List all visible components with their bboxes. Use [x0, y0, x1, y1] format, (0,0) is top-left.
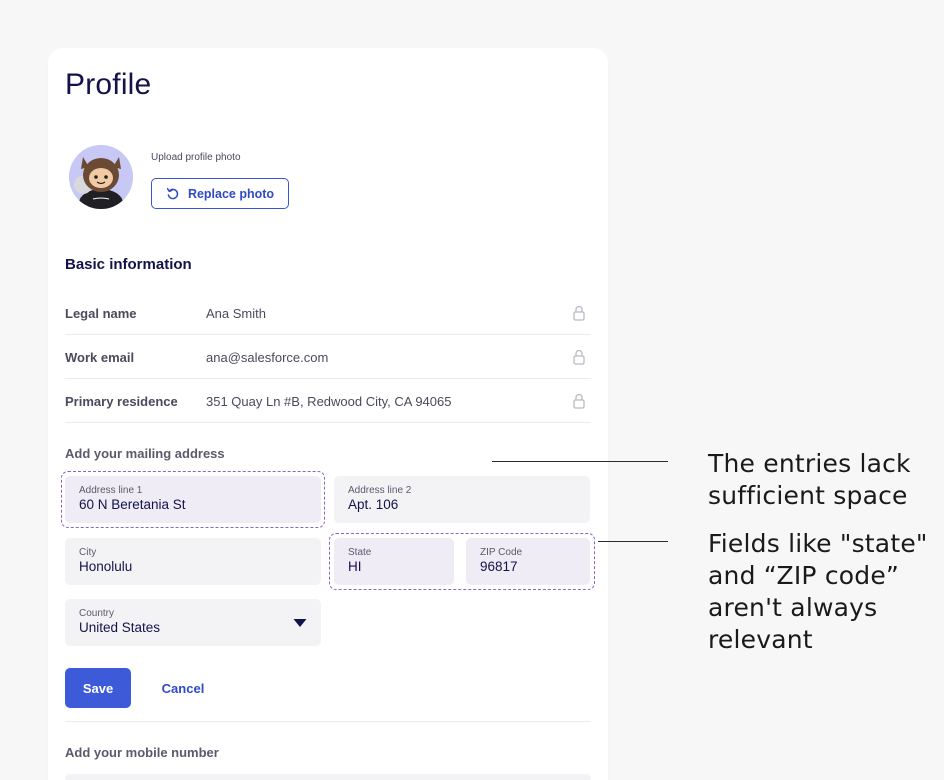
info-value: Ana Smith	[206, 306, 266, 321]
field-value: 96817	[480, 559, 518, 574]
page-title: Profile	[65, 68, 152, 101]
field-value: Apt. 106	[348, 497, 399, 512]
mobile-number-title: Add your mobile number	[65, 745, 219, 760]
mobile-number-field[interactable]	[65, 774, 591, 780]
field-label: City	[79, 547, 97, 558]
callout-line-2	[598, 541, 668, 542]
info-row-work-email: Work email ana@salesforce.com	[65, 335, 591, 379]
refresh-icon	[166, 187, 179, 199]
save-button[interactable]: Save	[65, 668, 131, 708]
field-value: United States	[79, 620, 161, 635]
avatar-image	[69, 145, 133, 209]
cancel-button[interactable]: Cancel	[152, 668, 214, 708]
note-line: aren't always	[708, 593, 878, 622]
city-field[interactable]: City Honolulu	[65, 538, 321, 585]
field-value: HI	[348, 559, 362, 574]
mailing-address-title: Add your mailing address	[65, 446, 225, 461]
info-row-legal-name: Legal name Ana Smith	[65, 291, 591, 335]
upload-photo-label: Upload profile photo	[151, 152, 241, 163]
address-line-1-field[interactable]: Address line 1 60 N Beretania St	[65, 476, 321, 523]
zip-code-field[interactable]: ZIP Code 96817	[466, 538, 590, 585]
info-value: 351 Quay Ln #B, Redwood City, CA 94065	[206, 394, 452, 409]
field-label: Country	[79, 608, 115, 619]
caret-down-icon[interactable]	[293, 618, 307, 628]
address-line-2-field[interactable]: Address line 2 Apt. 106	[334, 476, 590, 523]
info-row-primary-residence: Primary residence 351 Quay Ln #B, Redwoo…	[65, 379, 591, 423]
state-field[interactable]: State HI	[334, 538, 454, 585]
info-label: Primary residence	[65, 394, 178, 409]
note-line: Fields like "state"	[708, 529, 928, 558]
field-label: State	[348, 547, 372, 558]
lock-icon	[573, 393, 585, 409]
callout-line-1	[492, 461, 668, 462]
field-value: 60 N Beretania St	[79, 497, 186, 512]
note-line: relevant	[708, 625, 813, 654]
basic-information-title: Basic information	[65, 256, 192, 273]
field-label: Address line 1	[79, 485, 143, 496]
lock-icon	[573, 349, 585, 365]
lock-icon	[573, 305, 585, 321]
replace-photo-button[interactable]: Replace photo	[151, 178, 289, 209]
divider	[65, 721, 591, 722]
profile-card: Profile Upload profile photo Replace pho…	[48, 48, 608, 780]
info-label: Legal name	[65, 306, 137, 321]
field-label: Address line 2	[348, 485, 412, 496]
avatar[interactable]	[69, 145, 133, 209]
annotation-note-space: The entries lack sufficient space	[708, 448, 911, 512]
country-select[interactable]: Country United States	[65, 599, 321, 646]
note-line: and “ZIP code”	[708, 561, 900, 590]
annotation-note-relevance: Fields like "state" and “ZIP code” aren'…	[708, 528, 928, 656]
note-line: The entries lack	[708, 449, 911, 478]
replace-photo-label: Replace photo	[187, 186, 275, 201]
info-value: ana@salesforce.com	[206, 350, 329, 365]
field-value: Honolulu	[79, 559, 133, 574]
note-line: sufficient space	[708, 481, 908, 510]
info-label: Work email	[65, 350, 135, 365]
field-label: ZIP Code	[480, 547, 523, 558]
